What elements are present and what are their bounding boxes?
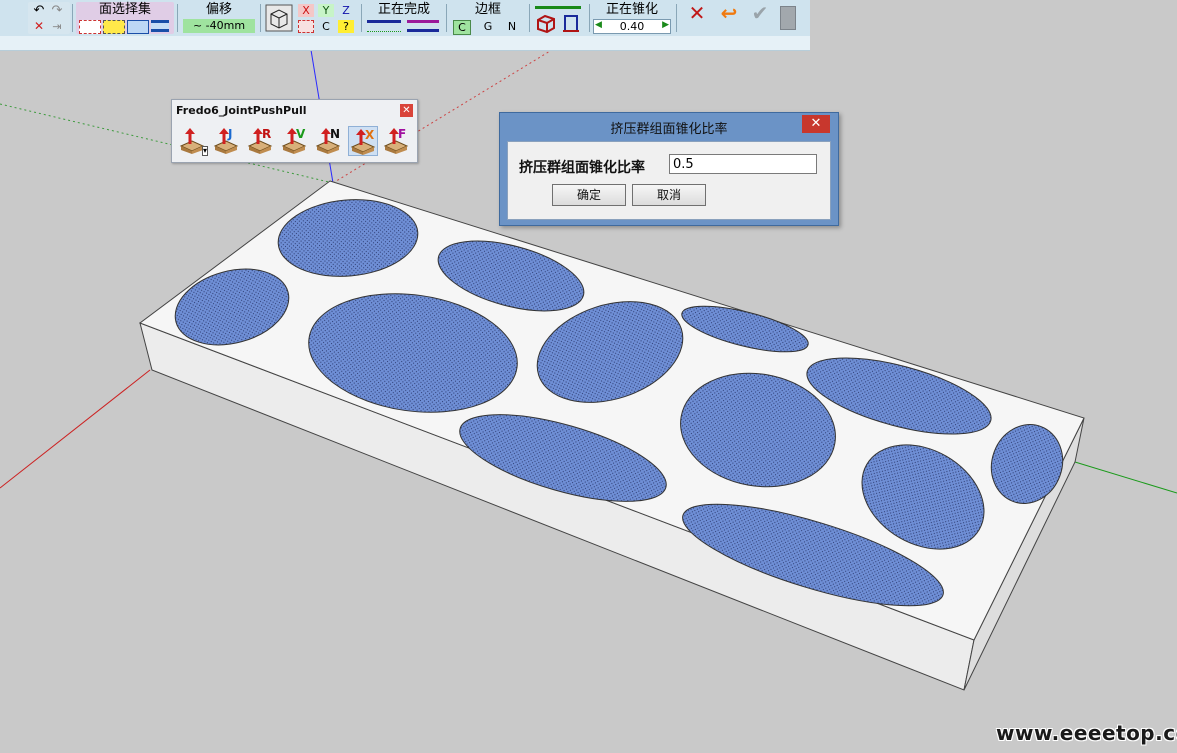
taper-title: 正在锥化	[605, 2, 658, 17]
cube-icon[interactable]	[265, 4, 293, 32]
exit-icon[interactable]	[780, 6, 796, 30]
taper-group: 正在锥化 ◀ 0.40 ▶	[592, 2, 672, 34]
cancel-icon[interactable]: ✕	[32, 20, 46, 33]
toolbar-status-strip	[0, 36, 810, 51]
taper-ratio-input[interactable]	[669, 154, 817, 174]
finishing-title: 正在完成	[377, 2, 430, 17]
undo-icon[interactable]: ↶	[32, 4, 46, 17]
chevron-down-icon[interactable]: ▾	[201, 146, 208, 156]
face-select-all-icon[interactable]	[103, 20, 125, 34]
taper-ratio-label: 挤压群组面锥化比率	[519, 160, 645, 176]
face-selection-group: 面选择集	[76, 2, 174, 34]
border-group: 边框 C G N	[450, 2, 526, 35]
watermark-text: www.eeeetop.com	[996, 721, 1177, 745]
cancel-button[interactable]: 取消	[632, 184, 706, 206]
normal-tool-letter: N	[330, 127, 341, 141]
taper-ratio-dialog: 挤压群组面锥化比率 ✕ 挤压群组面锥化比率 确定 取消	[499, 112, 839, 226]
fredo-panel-title: Fredo6_JointPushPull	[176, 104, 307, 117]
main-toolbar: ↶ ↷ ✕ ⇥ 面选择集 偏移 ~ -40mm X Y Z C ? 正在完成 边…	[0, 0, 810, 37]
axis-c-button[interactable]: C	[318, 20, 334, 33]
dialog-title: 挤压群组面锥化比率	[610, 122, 728, 137]
face-selection-title: 面选择集	[98, 2, 151, 17]
face-select-grid-icon[interactable]	[127, 20, 149, 34]
redo-icon[interactable]: ↷	[50, 4, 64, 17]
undo-group: ↶ ↷ ✕ ⇥	[28, 2, 70, 34]
round-tool-letter: R	[262, 127, 272, 141]
finishing-group: 正在完成	[365, 2, 443, 34]
shape-group	[533, 2, 585, 34]
joint-tool-icon	[213, 128, 239, 154]
perforated-slab[interactable]	[138, 180, 1085, 691]
joint-tool-button[interactable]: J	[212, 126, 242, 156]
axis-z-button[interactable]: Z	[338, 4, 354, 17]
reverse-icon[interactable]: ↩	[716, 3, 742, 23]
face-select-rows-icon[interactable]	[151, 20, 169, 32]
joint-tool-letter: J	[228, 127, 233, 141]
joint-push-pull-dropdown-button[interactable]: ▾	[178, 126, 208, 156]
action-group: ✕ ↩ ✔	[680, 2, 808, 34]
extrude-tool-letter: X	[365, 128, 375, 142]
border-title: 边框	[474, 2, 501, 17]
ok-button[interactable]: 确定	[552, 184, 626, 206]
round-tool-button[interactable]: R	[246, 126, 276, 156]
box-shape-icon[interactable]	[535, 13, 557, 33]
axis-group: X Y Z C ?	[296, 2, 356, 34]
taper-decrease-icon[interactable]: ◀	[595, 20, 602, 30]
offset-group: 偏移 ~ -40mm	[181, 2, 257, 34]
axis-help-button[interactable]: ?	[338, 20, 354, 33]
frame-shape-icon[interactable]	[561, 13, 581, 33]
forward-icon[interactable]: ⇥	[50, 20, 64, 33]
delete-icon[interactable]: ✕	[684, 3, 710, 23]
taper-spinner[interactable]: ◀ 0.40 ▶	[593, 19, 671, 34]
axis-green	[1074, 461, 1177, 494]
border-n-button[interactable]: N	[503, 20, 521, 33]
normal-tool-button[interactable]: N	[314, 126, 344, 156]
axis-y-button[interactable]: Y	[318, 4, 334, 17]
finish-option-1-icon[interactable]	[367, 20, 401, 32]
follow-tool-button[interactable]: F	[382, 126, 412, 156]
fredo-close-icon[interactable]: ✕	[400, 104, 413, 117]
axis-red	[0, 369, 151, 489]
offset-value[interactable]: ~ -40mm	[183, 19, 255, 33]
extrude-tool-button[interactable]: X	[348, 126, 378, 156]
border-c-button[interactable]: C	[453, 20, 471, 35]
axis-x-button[interactable]: X	[298, 4, 314, 17]
taper-value[interactable]: 0.40	[608, 20, 656, 33]
dialog-body: 挤压群组面锥化比率 确定 取消	[507, 141, 831, 220]
vector-tool-letter: V	[296, 127, 306, 141]
vector-tool-button[interactable]: V	[280, 126, 310, 156]
dialog-close-icon[interactable]: ✕	[802, 115, 830, 133]
face-select-single-icon[interactable]	[79, 20, 101, 34]
border-g-button[interactable]: G	[479, 20, 497, 33]
axis-pattern-icon[interactable]	[298, 20, 314, 33]
cube-group	[264, 2, 294, 34]
finish-option-2-icon[interactable]	[407, 20, 439, 32]
fredo6-joint-push-pull-panel[interactable]: Fredo6_JointPushPull ✕ ▾ J R V N X F	[171, 99, 418, 163]
taper-increase-icon[interactable]: ▶	[662, 20, 669, 30]
offset-title: 偏移	[205, 2, 232, 17]
check-icon[interactable]: ✔	[748, 3, 772, 23]
follow-tool-letter: F	[398, 127, 407, 141]
